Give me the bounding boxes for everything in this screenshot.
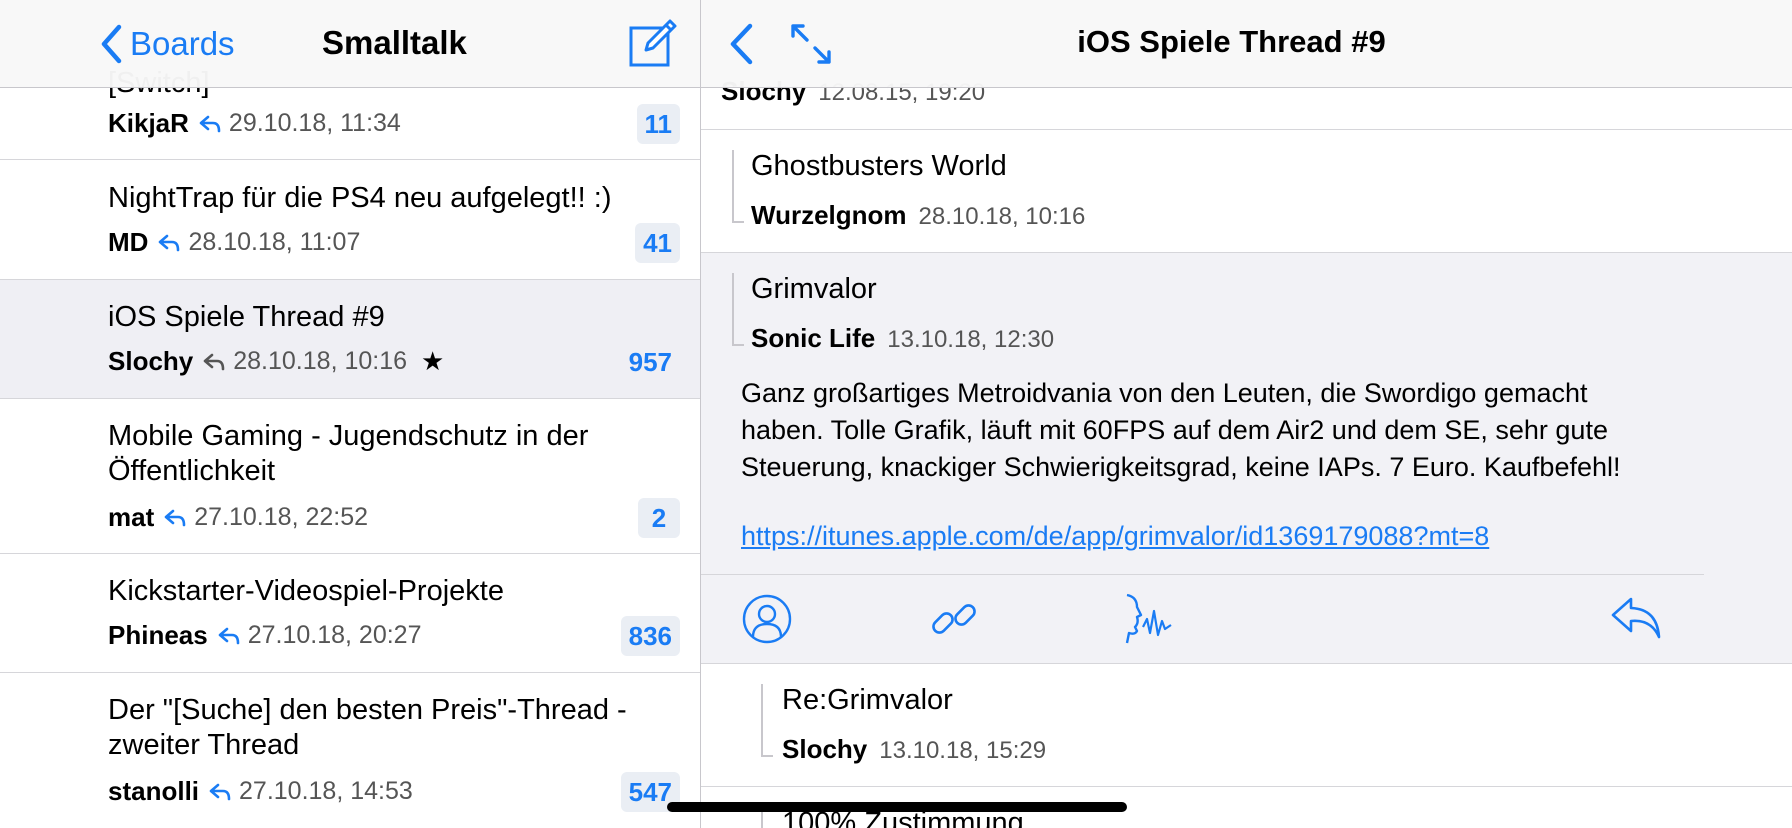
profile-icon[interactable]	[741, 593, 793, 650]
post-date: 28.10.18, 10:16	[918, 203, 1086, 230]
post-meta: Sonic Life 13.10.18, 12:30	[751, 323, 1054, 354]
post-author: Wurzelgnom	[751, 200, 907, 230]
thread-line	[732, 273, 734, 346]
thread-date: 29.10.18, 11:34	[228, 109, 401, 137]
thread-author: KikjaR	[108, 108, 189, 138]
reply-arrow-icon	[164, 509, 186, 526]
thread-date: 27.10.18, 22:52	[194, 503, 369, 531]
thread-meta: Phineas 27.10.18, 20:27	[108, 620, 422, 651]
thread-author: Slochy	[108, 346, 194, 376]
thread-author: MD	[108, 227, 149, 257]
thread-date: 27.10.18, 14:53	[239, 777, 413, 805]
thread-row[interactable]: Mobile Gaming - Jugendschutz in der Öffe…	[0, 399, 700, 554]
reply-arrow-icon	[218, 627, 240, 644]
post-author: Slochy	[782, 734, 868, 764]
post-title: Grimvalor	[751, 273, 877, 305]
thread-title: Der "[Suche] den besten Preis"-Thread - …	[108, 694, 627, 761]
reply-count-badge: 957	[628, 346, 672, 377]
post-meta: Slochy 13.10.18, 15:29	[782, 734, 1046, 765]
thread-row-selected[interactable]: iOS Spiele Thread #9 Slochy 28.10.18, 10…	[0, 280, 700, 399]
thread-date: 27.10.18, 20:27	[247, 621, 422, 649]
post-title: Re:Grimvalor	[782, 684, 953, 716]
thread-title: Mobile Gaming - Jugendschutz in der Öffe…	[108, 420, 589, 487]
post-author: Sonic Life	[751, 323, 876, 353]
thread-line	[761, 755, 773, 757]
board-title: Smalltalk	[322, 24, 467, 61]
reply-icon[interactable]	[1609, 593, 1663, 646]
thread-meta: KikjaR 29.10.18, 11:34	[108, 108, 401, 139]
thread-detail-pane: Slochy 12.08.15, 19:20 Ghostbusters Worl…	[701, 0, 1792, 828]
reply-count-badge: 836	[620, 616, 680, 656]
thread-author: stanolli	[108, 776, 200, 806]
post-item[interactable]: Ghostbusters World Wurzelgnom 28.10.18, …	[701, 130, 1792, 253]
post-date: 13.10.18, 12:30	[887, 326, 1055, 353]
post-item[interactable]: Re:Grimvalor Slochy 13.10.18, 15:29	[701, 664, 1792, 787]
right-navbar: iOS Spiele Thread #9	[701, 0, 1792, 88]
thread-title: NightTrap für die PS4 neu aufgelegt!! :)	[108, 182, 612, 214]
post-action-bar	[701, 575, 1701, 663]
post-link[interactable]: https://itunes.apple.com/de/app/grimvalo…	[741, 521, 1489, 552]
link-icon[interactable]	[928, 593, 980, 650]
reply-arrow-icon	[199, 115, 221, 132]
thread-line	[761, 684, 763, 757]
left-navbar: Boards Smalltalk	[0, 0, 700, 88]
reply-count-badge: 2	[638, 498, 680, 538]
thread-title: Kickstarter-Videospiel-Projekte	[108, 575, 504, 607]
compose-icon[interactable]	[628, 18, 678, 73]
thread-date: 28.10.18, 11:07	[188, 228, 361, 256]
thread-author: Phineas	[108, 620, 208, 650]
thread-line	[732, 221, 744, 223]
back-button-label: Boards	[130, 25, 235, 62]
thread-title: iOS Spiele Thread #9	[108, 301, 385, 333]
star-icon: ★	[421, 346, 445, 376]
reply-count-badge: 41	[635, 223, 680, 263]
reply-arrow-icon	[203, 353, 225, 370]
post-meta: Wurzelgnom 28.10.18, 10:16	[751, 200, 1085, 231]
reply-arrow-icon	[159, 234, 180, 251]
thread-meta: stanolli 27.10.18, 14:53	[108, 776, 413, 807]
thread-row[interactable]: Der "[Suche] den besten Preis"-Thread - …	[0, 673, 700, 828]
thread-author: mat	[108, 502, 155, 532]
thread-meta: Slochy 28.10.18, 10:16 ★	[108, 346, 444, 377]
back-button[interactable]: Boards	[100, 20, 235, 68]
thread-meta: MD 28.10.18, 11:07	[108, 227, 360, 258]
thread-line	[732, 150, 734, 223]
thread-list-pane: [Switch] KikjaR 29.10.18, 11:34 11 Night…	[0, 0, 700, 828]
chevron-left-icon	[101, 24, 122, 64]
post-title: Ghostbusters World	[751, 150, 1007, 182]
thread-row[interactable]: Kickstarter-Videospiel-Projekte Phineas …	[0, 554, 700, 673]
thread-row[interactable]: NightTrap für die PS4 neu aufgelegt!! :)…	[0, 161, 700, 280]
thread-line	[732, 344, 744, 346]
post-body-line: Steuerung, knackiger Schwierigkeitsgrad,…	[741, 452, 1621, 482]
reply-count-badge: 11	[636, 104, 680, 144]
post-body-line: Ganz großartiges Metroidvania von den Le…	[741, 378, 1588, 408]
reply-arrow-icon	[209, 783, 231, 800]
speak-icon[interactable]	[1117, 593, 1173, 650]
post-date: 13.10.18, 15:29	[879, 737, 1047, 764]
home-indicator[interactable]	[667, 802, 1127, 812]
post-body: Ganz großartiges Metroidvania von den Le…	[741, 375, 1741, 486]
thread-date: 28.10.18, 10:16	[233, 347, 408, 375]
thread-meta: mat 27.10.18, 22:52	[108, 502, 368, 533]
thread-title: iOS Spiele Thread #9	[1077, 24, 1386, 59]
post-body-line: haben. Tolle Grafik, läuft mit 60FPS auf…	[741, 415, 1608, 445]
